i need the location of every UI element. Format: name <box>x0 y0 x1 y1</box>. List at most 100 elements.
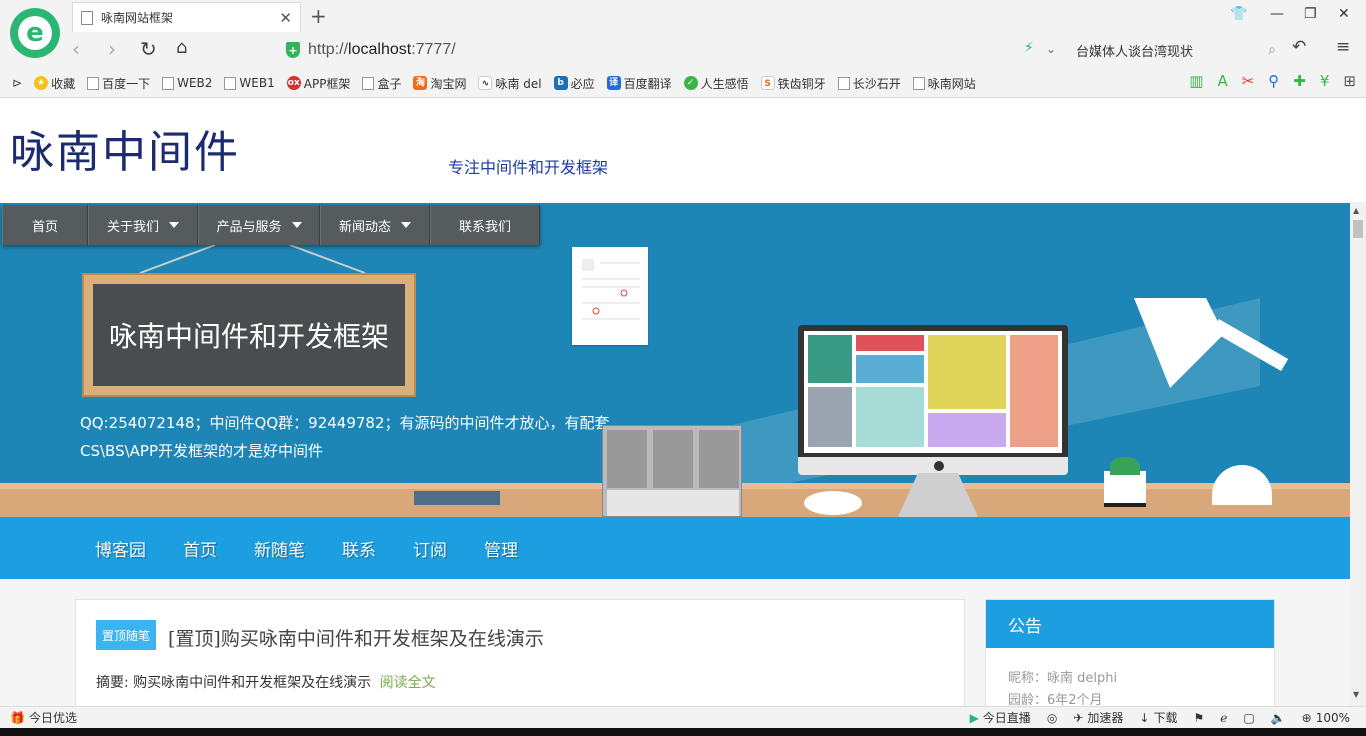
page-icon <box>224 76 237 90</box>
site-slogan: 专注中间件和开发框架 <box>448 158 609 177</box>
ie-mode-icon[interactable]: ℯ <box>1220 711 1227 725</box>
gift-icon: 🎁 <box>10 710 25 725</box>
read-more-link[interactable]: 阅读全文 <box>380 675 436 691</box>
magnifier-icon[interactable]: ⚲ <box>1268 72 1279 90</box>
status-bar: 🎁 今日优选 ▶ 今日直播 ◎ ✈ 加速器 ↓ 下载 ⚑ ℯ ▢ 🔈 ⊕ 100% <box>0 706 1366 728</box>
rocket-icon: ✈ <box>1073 710 1084 725</box>
secure-shield-icon: + <box>286 42 300 58</box>
flag-icon[interactable]: ⚑ <box>1193 711 1204 725</box>
potted-plant-illustration <box>1104 457 1146 507</box>
lightning-icon[interactable]: ⚡ <box>1024 40 1034 56</box>
extension-toolbar: ▥ A ✂ ⚲ ✚ ¥ ⊞ <box>1189 72 1356 90</box>
topnav-item-products[interactable]: 产品与服务 <box>198 205 320 245</box>
bookmark-item[interactable]: 百度一下 <box>87 75 150 92</box>
tab-close-icon[interactable]: ✕ <box>279 9 292 27</box>
hero-banner: 咏南中间件和开发框架 QQ:254072148；中间件QQ群：92449782；… <box>0 203 1350 517</box>
nickname-text[interactable]: 昵称：咏南 delphi <box>1008 668 1252 690</box>
sidebar-toggle-icon[interactable]: ⊳ <box>12 76 22 90</box>
topnav-item-home[interactable]: 首页 <box>2 205 88 245</box>
scroll-thumb[interactable] <box>1353 220 1363 238</box>
post-summary: 摘要: 购买咏南中间件和开发框架及在线演示 阅读全文 <box>96 672 436 692</box>
notice-heading: 公告 <box>986 600 1274 648</box>
menu-icon[interactable]: ≡ <box>1336 37 1350 57</box>
check-icon: ✓ <box>683 76 698 90</box>
yen-icon[interactable]: ¥ <box>1320 72 1330 90</box>
download-button[interactable]: ↓ 下载 <box>1139 709 1177 726</box>
bookmark-item[interactable]: 咏南网站 <box>912 75 976 92</box>
bookmark-item[interactable]: 淘淘宝网 <box>413 75 466 92</box>
bookmark-item[interactable]: S 铁齿铜牙 <box>760 75 826 92</box>
blog-age-text: 园龄：6年2个月 <box>1008 693 1103 706</box>
url-text[interactable]: http://localhost:7777/ <box>308 41 456 59</box>
blognav-admin[interactable]: 管理 <box>484 536 518 561</box>
bookmark-item[interactable]: WEB2 <box>162 76 212 90</box>
bookmark-item[interactable]: 长沙石开 <box>837 75 901 92</box>
topnav-item-about[interactable]: 关于我们 <box>88 205 198 245</box>
sidebar-notice: 公告 昵称：咏南 delphi 园龄：6年2个月 <box>985 599 1275 706</box>
accelerator-button[interactable]: ✈ 加速器 <box>1073 709 1123 726</box>
new-tab-button[interactable]: + <box>310 4 327 28</box>
close-window-icon[interactable]: ✕ <box>1338 6 1350 22</box>
mouse-illustration <box>804 491 862 515</box>
zoom-level[interactable]: ⊕ 100% <box>1302 711 1350 725</box>
keyboard-illustration <box>414 491 500 505</box>
blognav-cnblogs[interactable]: 博客园 <box>95 536 146 561</box>
caret-down-icon <box>291 222 302 228</box>
browser-tab[interactable]: 咏南网站框架 ✕ <box>72 2 301 32</box>
board-hanging-string <box>139 244 366 274</box>
page-icon <box>81 10 93 25</box>
blognav-contact[interactable]: 联系 <box>342 536 376 561</box>
bookmark-item[interactable]: ✓ 人生感悟 <box>683 75 749 92</box>
bookmark-item[interactable]: WEB1 <box>224 76 275 90</box>
apps-grid-icon[interactable]: ⊞ <box>1343 72 1356 90</box>
page-icon <box>87 76 100 90</box>
nav-row: ‹ › ↻ ⌂ + http://localhost:7777/ ⚡ ⌄ 台媒体… <box>60 34 1366 66</box>
restore-icon[interactable]: ❐ <box>1304 6 1317 22</box>
bookmark-item[interactable]: 盒子 <box>362 75 401 92</box>
home-icon[interactable]: ⌂ <box>176 37 187 58</box>
blognav-home[interactable]: 首页 <box>183 536 217 561</box>
chalkboard: 咏南中间件和开发框架 <box>82 273 416 397</box>
blognav-new-post[interactable]: 新随笔 <box>254 536 305 561</box>
lamp-base <box>1212 465 1272 505</box>
translate-ext-icon[interactable]: A <box>1217 72 1227 90</box>
scroll-up-icon[interactable]: ▲ <box>1353 206 1359 215</box>
sound-icon[interactable]: 🔈 <box>1271 711 1286 725</box>
gamepad-icon[interactable]: ✚ <box>1293 72 1306 90</box>
bookmark-item[interactable]: 译百度翻译 <box>606 75 672 92</box>
daily-picks[interactable]: 🎁 今日优选 <box>10 709 77 726</box>
bookmark-item[interactable]: b 必应 <box>553 75 595 92</box>
bing-icon: b <box>553 76 568 90</box>
translate-icon: 译 <box>606 76 621 90</box>
bookmark-item[interactable]: ox APP框架 <box>286 75 350 92</box>
reader-icon[interactable]: ▥ <box>1189 72 1203 90</box>
post-title-link[interactable]: [置顶]购买咏南中间件和开发框架及在线演示 <box>168 624 544 651</box>
address-bar[interactable]: + http://localhost:7777/ <box>282 37 1128 63</box>
speed-dial-icon[interactable]: ◎ <box>1047 711 1057 725</box>
refresh-icon[interactable]: ↻ <box>140 37 157 61</box>
blognav-subscribe[interactable]: 订阅 <box>413 536 447 561</box>
live-button[interactable]: ▶ 今日直播 <box>970 709 1031 726</box>
window-icon[interactable]: ▢ <box>1243 711 1254 725</box>
undo-icon[interactable]: ↶ <box>1292 37 1306 57</box>
scissors-icon[interactable]: ✂ <box>1242 72 1255 90</box>
scroll-down-icon[interactable]: ▼ <box>1353 690 1359 699</box>
forward-icon[interactable]: › <box>108 37 116 61</box>
search-icon[interactable]: ⌕ <box>1268 42 1276 58</box>
zoom-icon: ⊕ <box>1301 710 1312 725</box>
topnav-item-contact[interactable]: 联系我们 <box>430 205 540 245</box>
bookmark-item[interactable]: ∿ 咏南 del <box>478 75 542 92</box>
monitor-power-icon <box>934 461 944 471</box>
minimize-icon[interactable]: — <box>1270 6 1284 22</box>
search-box[interactable]: 台媒体人谈台湾现状 ⌕ <box>1076 37 1276 63</box>
os-taskbar <box>0 728 1366 736</box>
page-scrollbar[interactable]: ▲ ▼ <box>1350 202 1366 706</box>
topnav-item-news[interactable]: 新闻动态 <box>320 205 430 245</box>
search-input[interactable]: 台媒体人谈台湾现状 <box>1076 41 1268 60</box>
skin-icon[interactable]: 👕 <box>1230 6 1247 22</box>
chevron-down-icon[interactable]: ⌄ <box>1046 42 1056 56</box>
download-icon: ↓ <box>1139 710 1150 725</box>
bookmark-item[interactable]: ★ 收藏 <box>34 75 75 92</box>
page-viewport: 咏南中间件 专注中间件和开发框架 咏南中间件和开发框架 QQ:254072148… <box>0 98 1350 706</box>
back-icon[interactable]: ‹ <box>72 37 80 61</box>
